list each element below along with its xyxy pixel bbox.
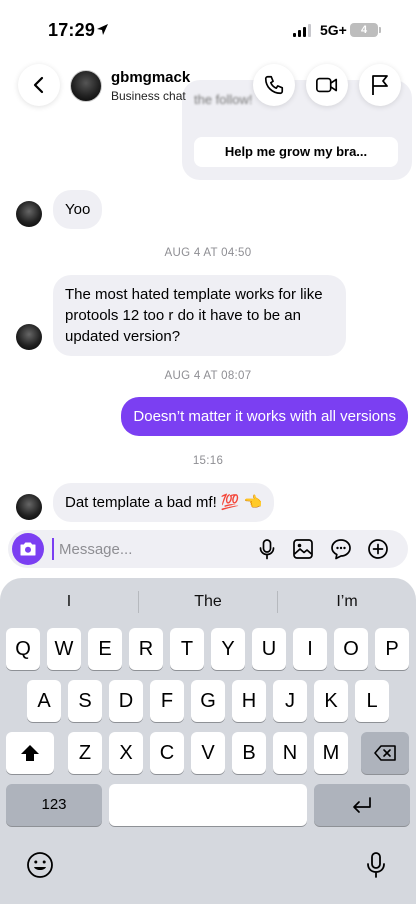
video-icon — [316, 77, 338, 93]
message-line: protools 12 too r do it have to be an — [65, 307, 301, 324]
key-x[interactable]: X — [109, 732, 143, 774]
key-z[interactable]: Z — [68, 732, 102, 774]
key-l[interactable]: L — [355, 680, 389, 722]
call-button[interactable] — [253, 64, 295, 106]
return-icon — [353, 797, 371, 813]
message-line: updated version? — [65, 328, 181, 345]
key-y[interactable]: Y — [211, 628, 245, 670]
key-v[interactable]: V — [191, 732, 225, 774]
key-u[interactable]: U — [252, 628, 286, 670]
sticker-icon[interactable] — [329, 537, 353, 561]
message-bubble-incoming[interactable]: Dat template a bad mf! 💯 👈 — [53, 483, 275, 522]
report-button[interactable] — [359, 64, 401, 106]
key-f[interactable]: F — [150, 680, 184, 722]
avatar — [16, 324, 42, 350]
key-a[interactable]: A — [27, 680, 61, 722]
dictation-icon[interactable] — [361, 850, 391, 880]
key-g[interactable]: G — [191, 680, 225, 722]
camera-button[interactable] — [12, 533, 44, 565]
key-q[interactable]: Q — [6, 628, 40, 670]
plus-circle-icon[interactable] — [366, 537, 390, 561]
key-b[interactable]: B — [232, 732, 266, 774]
key-p[interactable]: P — [375, 628, 409, 670]
numbers-key[interactable]: 123 — [6, 784, 102, 826]
key-m[interactable]: M — [314, 732, 348, 774]
key-o[interactable]: O — [334, 628, 368, 670]
mic-icon[interactable] — [255, 537, 279, 561]
keyboard: I The I’m Q W E R T Y U I O P A S D F G … — [0, 578, 416, 904]
status-bar: 17:29 5G+ 4 — [0, 0, 416, 56]
suggestion-item[interactable]: The — [139, 584, 277, 620]
avatar[interactable] — [70, 70, 102, 102]
space-key[interactable] — [109, 784, 307, 826]
message-timestamp: 15:16 — [192, 455, 224, 467]
message-composer — [8, 530, 408, 568]
video-call-button[interactable] — [306, 64, 348, 106]
quick-reply-button[interactable]: Help me grow my bra... — [194, 137, 398, 167]
flag-icon — [372, 75, 388, 95]
suggestion-item[interactable]: I’m — [278, 584, 416, 620]
message-input[interactable] — [52, 538, 242, 560]
key-c[interactable]: C — [150, 732, 184, 774]
key-r[interactable]: R — [129, 628, 163, 670]
key-n[interactable]: N — [273, 732, 307, 774]
contact-subtitle: Business chat — [111, 89, 186, 103]
signal-icon — [293, 24, 311, 37]
key-e[interactable]: E — [88, 628, 122, 670]
message-line: The most hated template works for like — [65, 286, 323, 303]
key-j[interactable]: J — [273, 680, 307, 722]
battery-indicator: 4 — [350, 23, 381, 37]
avatar — [16, 201, 42, 227]
key-i[interactable]: I — [293, 628, 327, 670]
image-icon[interactable] — [291, 537, 315, 561]
return-key[interactable] — [314, 784, 410, 826]
avatar — [16, 494, 42, 520]
message-timestamp: AUG 4 AT 04:50 — [164, 247, 252, 259]
location-arrow-icon — [96, 23, 109, 41]
chevron-left-icon — [33, 76, 44, 94]
key-k[interactable]: K — [314, 680, 348, 722]
network-label: 5G+ — [320, 22, 347, 38]
message-bubble-incoming[interactable]: Yoo — [53, 190, 103, 229]
phone-icon — [264, 75, 284, 95]
message-timestamp: AUG 4 AT 08:07 — [164, 370, 252, 382]
contact-name[interactable]: gbmgmack — [111, 69, 190, 86]
keyboard-suggestions: I The I’m — [0, 584, 416, 620]
key-t[interactable]: T — [170, 628, 204, 670]
key-d[interactable]: D — [109, 680, 143, 722]
key-w[interactable]: W — [47, 628, 81, 670]
backspace-key[interactable] — [361, 732, 409, 774]
back-button[interactable] — [18, 64, 60, 106]
camera-icon — [20, 542, 36, 556]
status-time: 17:29 — [48, 20, 96, 40]
key-h[interactable]: H — [232, 680, 266, 722]
backspace-icon — [374, 745, 396, 761]
message-bubble-incoming[interactable]: The most hated template works for like p… — [53, 275, 346, 356]
key-s[interactable]: S — [68, 680, 102, 722]
shift-icon — [21, 745, 39, 761]
suggestion-item[interactable]: I — [0, 584, 138, 620]
chat-header: gbmgmack Business chat — [0, 58, 416, 114]
message-bubble-outgoing[interactable]: Doesn’t matter it works with all version… — [121, 397, 408, 436]
shift-key[interactable] — [6, 732, 54, 774]
emoji-icon[interactable] — [25, 850, 55, 880]
